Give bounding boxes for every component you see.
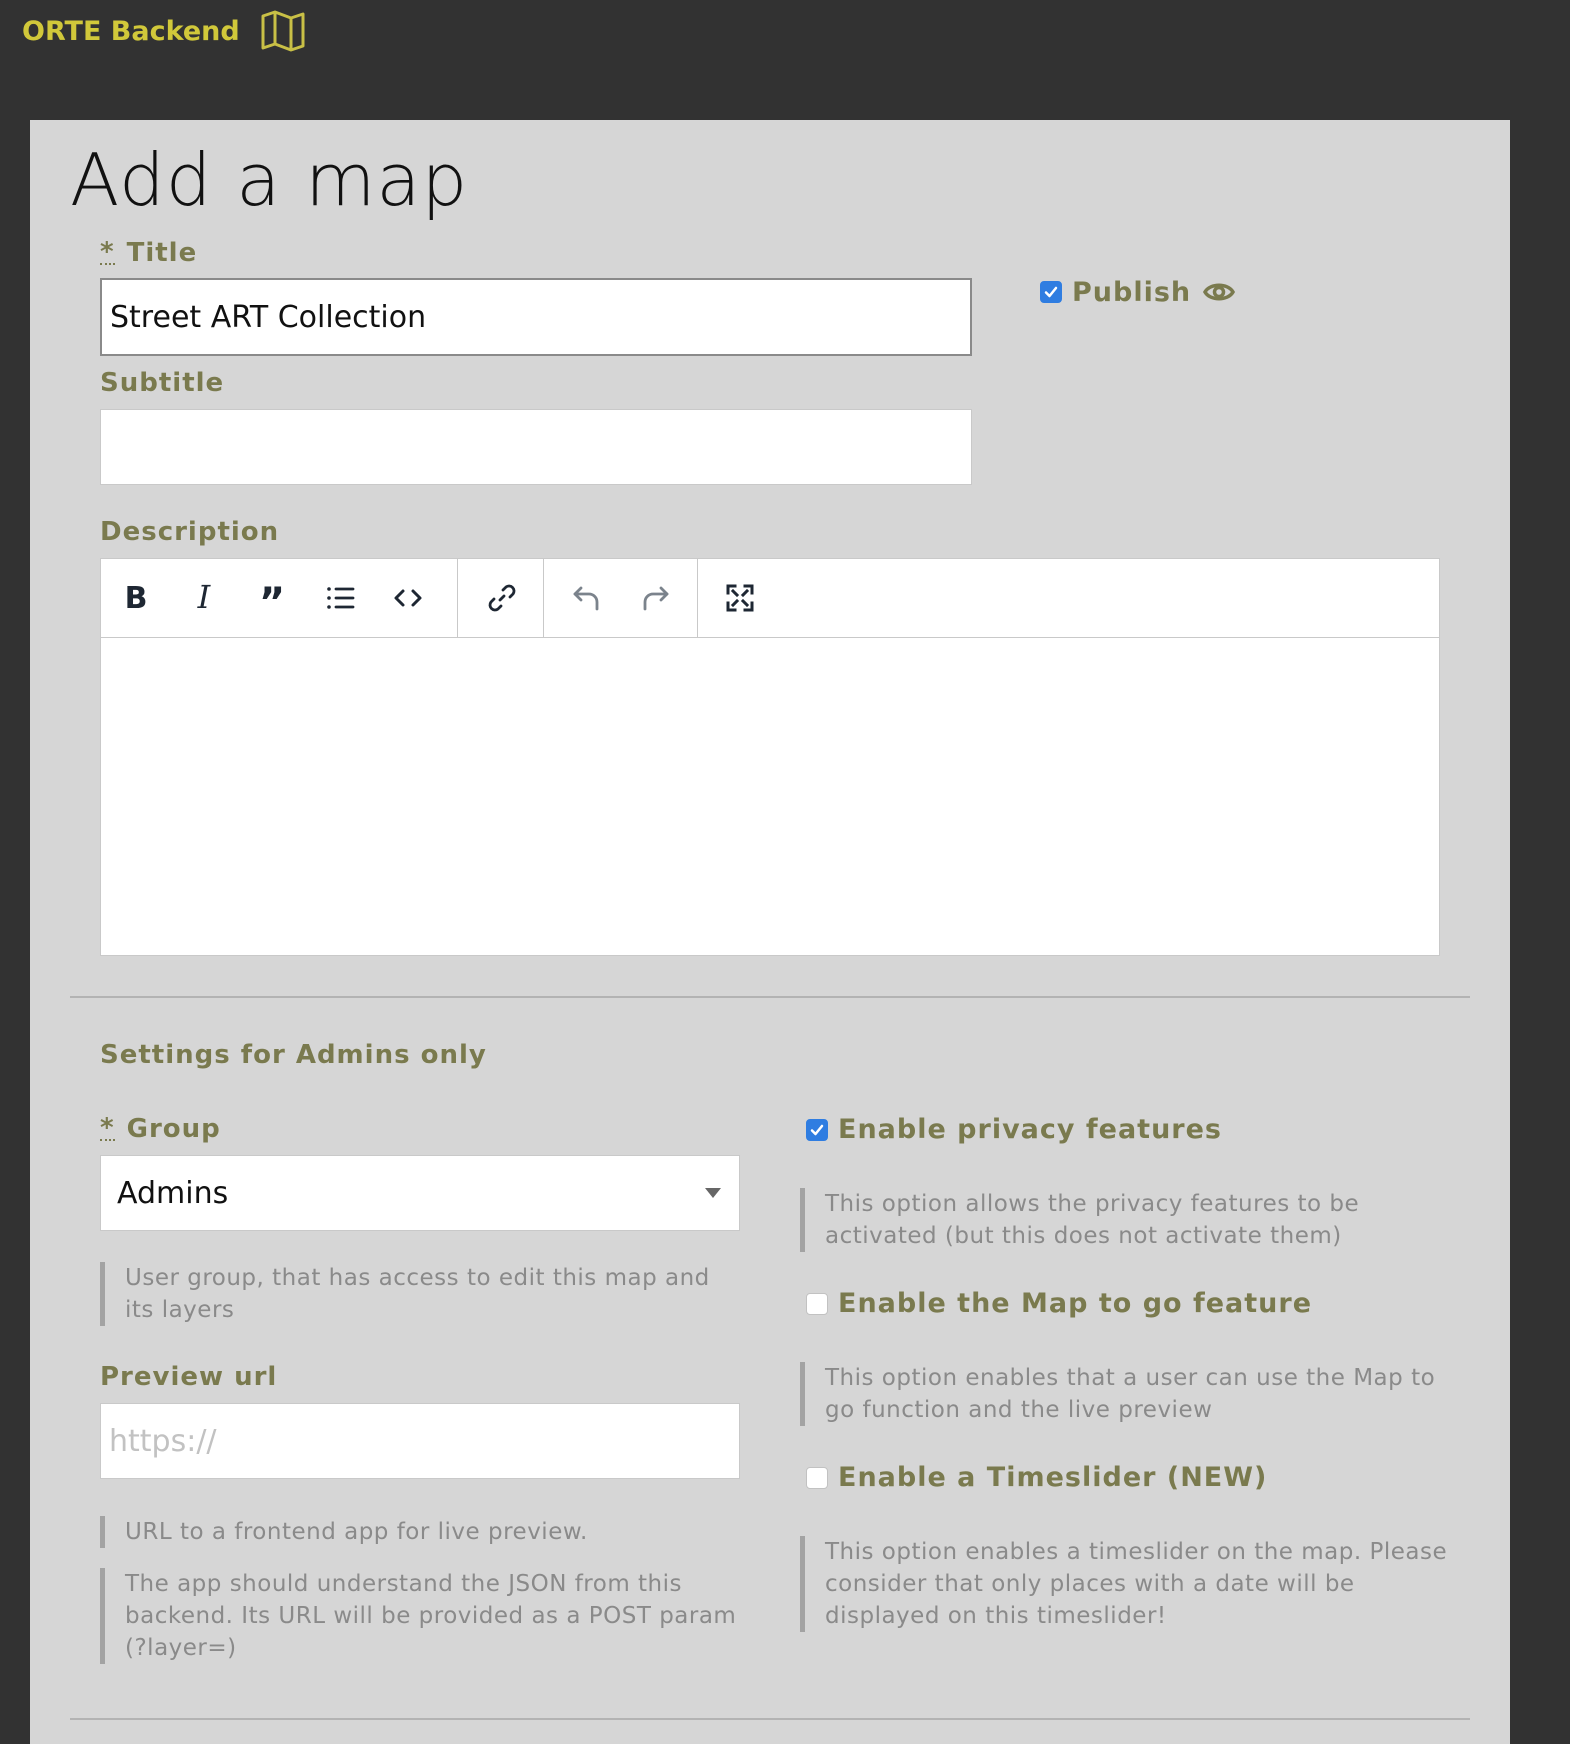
subtitle-label: Subtitle xyxy=(100,368,224,398)
group-label-text: Group xyxy=(126,1114,221,1144)
fullscreen-button[interactable] xyxy=(719,577,761,619)
timeslider-checkbox[interactable]: Enable a Timeslider (NEW) xyxy=(806,1462,1267,1493)
preview-url-label: Preview url xyxy=(100,1362,277,1392)
checkmark-icon xyxy=(1044,286,1058,298)
code-button[interactable] xyxy=(387,577,429,619)
timeslider-help: This option enables a timeslider on the … xyxy=(800,1536,1450,1632)
description-editor: B I ” xyxy=(100,558,1440,956)
preview-url-help: URL to a frontend app for live preview. xyxy=(100,1516,740,1548)
description-label: Description xyxy=(100,517,279,547)
group-select-value: Admins xyxy=(117,1175,229,1211)
timeslider-label: Enable a Timeslider (NEW) xyxy=(838,1462,1268,1493)
link-button[interactable] xyxy=(481,577,523,619)
required-marker: * xyxy=(100,1113,115,1143)
admin-settings-heading: Settings for Admins only xyxy=(100,1040,487,1070)
map-to-go-checkbox[interactable]: Enable the Map to go feature xyxy=(806,1288,1312,1319)
italic-icon: I xyxy=(197,582,212,614)
description-label-text: Description xyxy=(100,517,280,547)
quote-icon: ” xyxy=(259,582,285,614)
publish-label: Publish xyxy=(1072,276,1192,308)
top-bar: ORTE Backend xyxy=(0,0,1570,60)
chevron-down-icon xyxy=(705,1188,721,1198)
code-icon xyxy=(394,589,422,607)
title-label: * Title xyxy=(100,238,197,268)
map-to-go-help: This option enables that a user can use … xyxy=(800,1362,1450,1426)
publish-check-box[interactable] xyxy=(1040,281,1062,303)
privacy-help: This option allows the privacy features … xyxy=(800,1188,1450,1252)
group-help: User group, that has access to edit this… xyxy=(100,1262,740,1326)
subtitle-label-text: Subtitle xyxy=(100,368,225,398)
brand-link[interactable]: ORTE Backend xyxy=(22,10,306,52)
checkmark-icon xyxy=(810,1124,824,1135)
editor-content-area[interactable] xyxy=(101,638,1439,955)
map-to-go-label: Enable the Map to go feature xyxy=(838,1288,1313,1319)
page-title: Add a map xyxy=(70,138,469,222)
privacy-label: Enable privacy features xyxy=(838,1114,1223,1145)
bold-button[interactable]: B xyxy=(115,577,157,619)
svg-text:”: ” xyxy=(259,582,285,614)
section-divider xyxy=(70,996,1470,998)
required-marker: * xyxy=(100,237,115,267)
group-label: * Group xyxy=(100,1114,221,1144)
preview-url-input[interactable] xyxy=(100,1403,740,1479)
publish-checkbox[interactable]: Publish xyxy=(1040,276,1236,308)
preview-url-help-json: The app should understand the JSON from … xyxy=(100,1568,740,1664)
bold-icon: B xyxy=(125,582,148,614)
group-select[interactable]: Admins xyxy=(100,1155,740,1231)
redo-icon xyxy=(643,586,669,611)
svg-text:B: B xyxy=(125,582,148,614)
redo-button[interactable] xyxy=(635,577,677,619)
timeslider-check-box[interactable] xyxy=(806,1466,828,1489)
link-icon xyxy=(488,584,516,612)
undo-button[interactable] xyxy=(565,577,607,619)
subtitle-input[interactable] xyxy=(100,409,972,485)
map-icon xyxy=(261,10,305,52)
title-label-text: Title xyxy=(126,238,198,268)
svg-text:I: I xyxy=(197,582,212,614)
fullscreen-icon xyxy=(726,584,754,612)
brand-name: ORTE Backend xyxy=(22,15,240,47)
preview-url-label-text: Preview url xyxy=(100,1362,278,1392)
list-button[interactable] xyxy=(319,577,361,619)
quote-button[interactable]: ” xyxy=(251,577,293,619)
undo-icon xyxy=(573,586,599,611)
toolbar-separator xyxy=(697,559,698,637)
toolbar-separator xyxy=(457,559,458,637)
editor-toolbar: B I ” xyxy=(101,559,1439,638)
title-input[interactable] xyxy=(100,278,972,356)
section-divider-bottom xyxy=(70,1718,1470,1720)
toolbar-separator xyxy=(543,559,544,637)
italic-button[interactable]: I xyxy=(183,577,225,619)
eye-icon xyxy=(1203,283,1236,301)
list-icon xyxy=(327,587,355,609)
admin-settings-heading-text: Settings for Admins only xyxy=(100,1040,487,1070)
form-card: Add a map * Title Publish Subtitle Descr… xyxy=(30,120,1510,1744)
map-to-go-check-box[interactable] xyxy=(806,1292,828,1315)
privacy-check-box[interactable] xyxy=(806,1118,828,1141)
privacy-checkbox[interactable]: Enable privacy features xyxy=(806,1114,1222,1145)
